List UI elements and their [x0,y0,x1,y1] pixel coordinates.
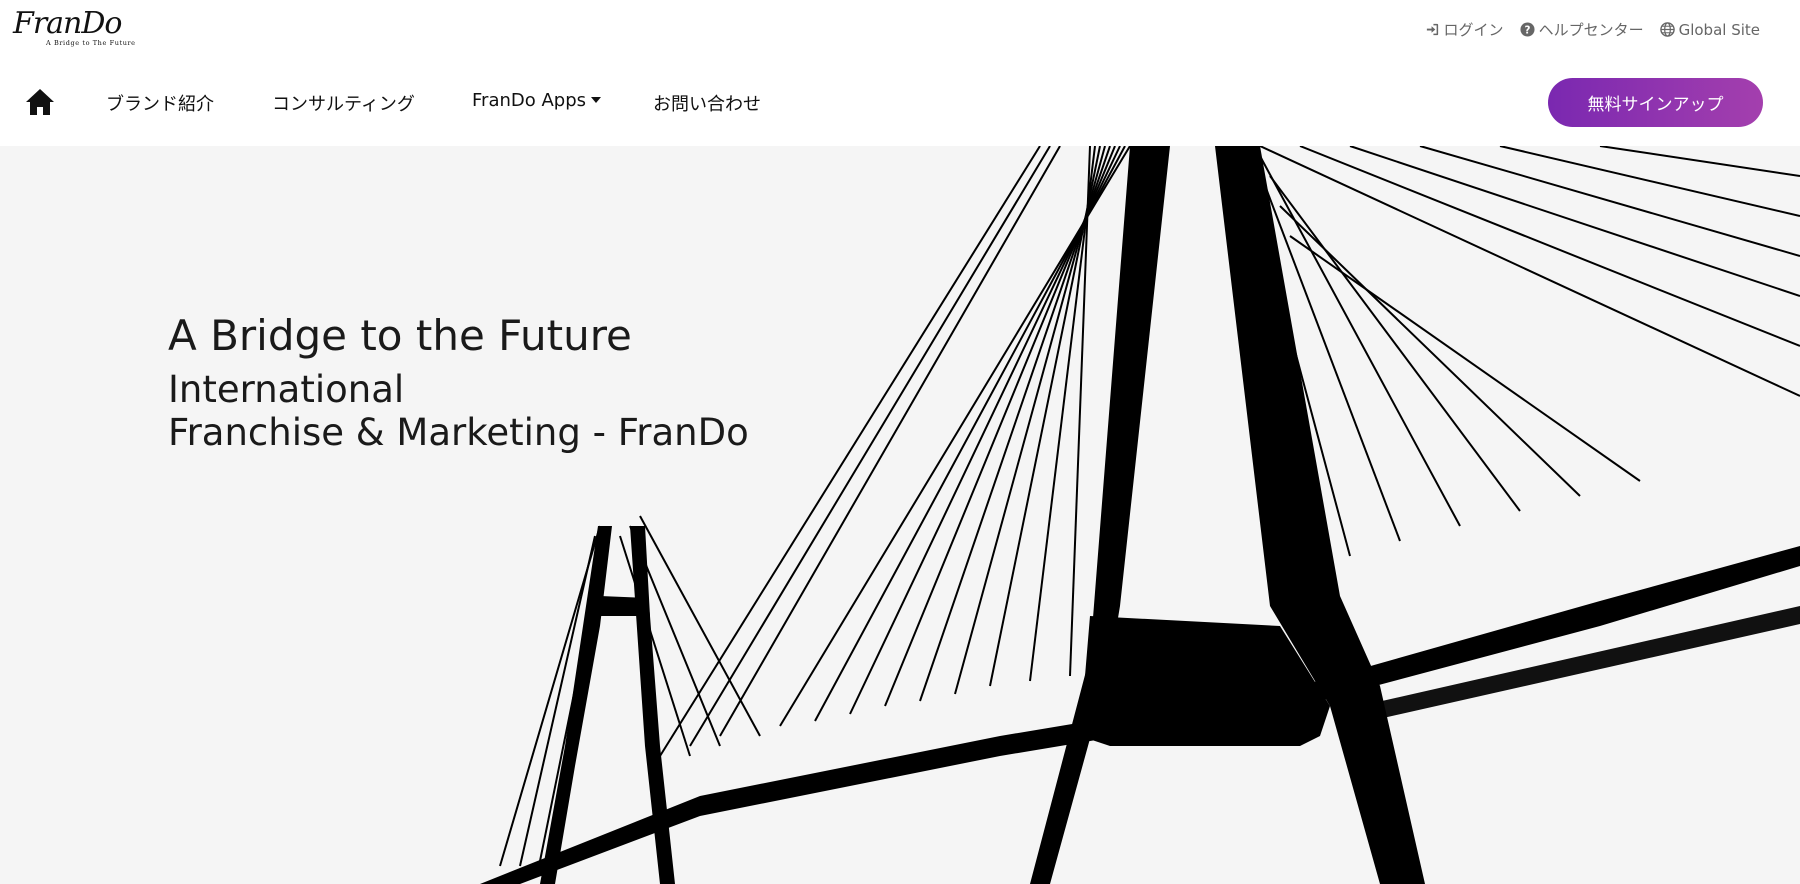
help-center-label: ヘルプセンター [1538,21,1644,39]
utility-links: ログイン ? ヘルプセンター Global Site [1425,19,1760,40]
question-circle-icon: ? [1520,22,1535,37]
main-nav: ブランド紹介 コンサルティング FranDo Apps お問い合わせ 無料サイン… [0,60,1800,146]
nav-item-brand-intro[interactable]: ブランド紹介 [106,90,214,116]
hero-subtitle-line2: Franchise & Marketing - FranDo [168,411,749,454]
globe-icon [1659,22,1675,37]
nav-item-frando-apps[interactable]: FranDo Apps [472,90,602,111]
frando-logo[interactable]: FranDo A Bridge to The Future [13,6,143,52]
global-site-label: Global Site [1678,20,1760,39]
hero-subtitle-line1: International [168,368,405,411]
free-signup-button[interactable]: 無料サインアップ [1548,78,1763,127]
login-icon [1426,23,1438,36]
svg-text:?: ? [1524,24,1530,36]
logo-wordmark: FranDo [13,6,122,41]
nav-item-frando-apps-label: FranDo Apps [472,90,587,111]
bridge-silhouette-image [480,146,1800,884]
caret-down-icon [591,97,602,103]
hero-title: A Bridge to the Future [168,311,632,360]
login-link[interactable]: ログイン [1425,19,1504,40]
nav-item-contact[interactable]: お問い合わせ [653,90,761,116]
logo-tagline: A Bridge to The Future [46,39,136,47]
nav-item-consulting[interactable]: コンサルティング [272,90,415,116]
hero-section: A Bridge to the Future International Fra… [0,146,1800,884]
home-link[interactable] [24,86,56,118]
top-bar: FranDo A Bridge to The Future ログイン ? ヘルプ… [0,0,1800,60]
login-label: ログイン [1443,21,1504,39]
home-icon [26,89,54,115]
global-site-link[interactable]: Global Site [1659,19,1760,40]
help-center-link[interactable]: ? ヘルプセンター [1520,19,1644,40]
hero-text-block: A Bridge to the Future International Fra… [168,311,749,454]
